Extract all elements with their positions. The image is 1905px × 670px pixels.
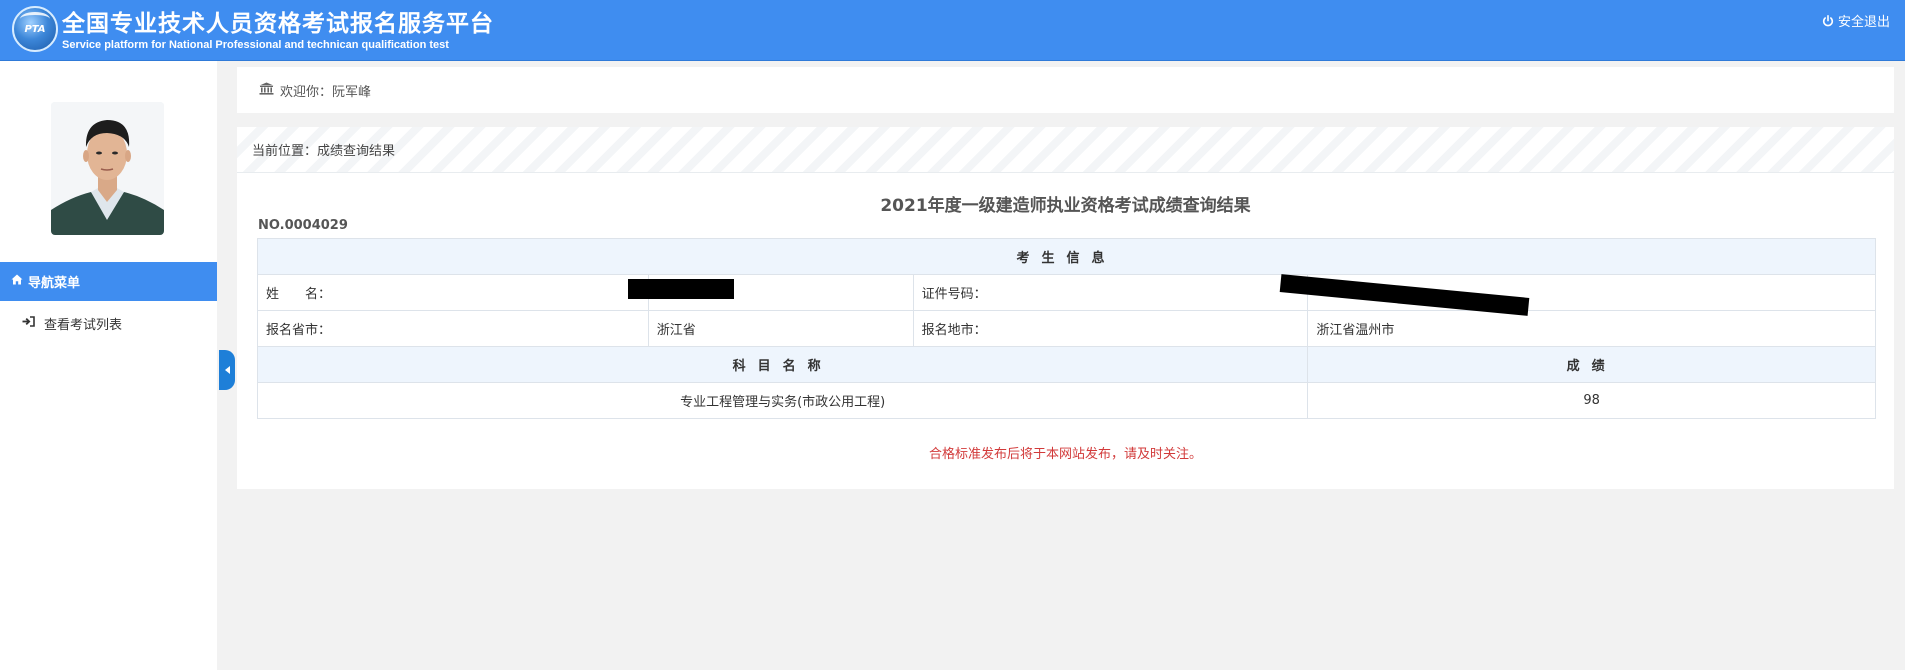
top-header: PTA 全国专业技术人员资格考试报名服务平台 Service platform … bbox=[0, 0, 1905, 61]
sidebar: 导航菜单 查看考试列表 bbox=[0, 61, 217, 670]
city-label: 报名地市： bbox=[912, 310, 1309, 347]
name-label: 姓 名： bbox=[257, 274, 649, 311]
record-number: NO.0004029 bbox=[258, 218, 348, 233]
sidebar-item-exam-list[interactable]: 查看考试列表 bbox=[0, 301, 217, 345]
home-icon bbox=[11, 274, 23, 289]
score-column-header: 成绩 bbox=[1307, 346, 1876, 383]
logo-text: PTA bbox=[24, 24, 46, 35]
caret-left-icon bbox=[224, 366, 230, 374]
candidate-info-header-row: 考生信息 bbox=[257, 238, 1876, 275]
avatar bbox=[51, 102, 164, 235]
pta-logo: PTA bbox=[12, 6, 58, 52]
sidebar-collapse-toggle[interactable] bbox=[219, 350, 235, 390]
subject-column-header: 科目名称 bbox=[256, 346, 1309, 383]
id-number-label: 证件号码： bbox=[912, 274, 1309, 311]
sign-in-icon bbox=[22, 315, 35, 331]
sidebar-item-label: 查看考试列表 bbox=[44, 317, 123, 333]
welcome-bar: 欢迎你：阮军峰 bbox=[237, 67, 1894, 113]
site-subtitle: Service platform for National Profession… bbox=[62, 39, 449, 51]
subject-name: 专业工程管理与实务(市政公用工程) bbox=[256, 382, 1309, 419]
nav-menu-label: 导航菜单 bbox=[28, 276, 81, 291]
candidate-info-header: 考生信息 bbox=[257, 238, 1876, 275]
result-panel: 当前位置：成绩查询结果 2021年度一级建造师执业资格考试成绩查询结果 NO.0… bbox=[237, 127, 1894, 489]
breadcrumb: 当前位置：成绩查询结果 bbox=[237, 127, 1894, 173]
score-table: 考生信息 姓 名： 证件号码： 报名省市： 浙江省 报名地市： 浙江省温州市 科… bbox=[256, 238, 1876, 419]
city-value: 浙江省温州市 bbox=[1307, 310, 1876, 347]
result-title: 2021年度一级建造师执业资格考试成绩查询结果 bbox=[880, 196, 1251, 216]
notice-text: 合格标准发布后将于本网站发布，请及时关注。 bbox=[928, 447, 1202, 462]
welcome-text: 欢迎你：阮军峰 bbox=[280, 84, 372, 100]
name-redaction bbox=[628, 279, 734, 299]
nav-menu-header: 导航菜单 bbox=[0, 262, 217, 301]
score-value: 98 bbox=[1307, 382, 1876, 419]
logout-button[interactable]: 安全退出 bbox=[1822, 11, 1890, 30]
site-title: 全国专业技术人员资格考试报名服务平台 bbox=[62, 11, 494, 37]
province-value: 浙江省 bbox=[647, 310, 914, 347]
breadcrumb-text: 当前位置：成绩查询结果 bbox=[252, 144, 396, 159]
province-label: 报名省市： bbox=[257, 310, 649, 347]
power-icon bbox=[1822, 14, 1834, 27]
institution-icon bbox=[259, 82, 274, 99]
table-row: 专业工程管理与实务(市政公用工程) 98 bbox=[256, 382, 1876, 419]
table-row: 姓 名： 证件号码： bbox=[257, 274, 1876, 311]
table-row: 报名省市： 浙江省 报名地市： 浙江省温州市 bbox=[257, 310, 1876, 347]
logout-label: 安全退出 bbox=[1837, 15, 1890, 30]
score-header-row: 科目名称 成绩 bbox=[256, 346, 1876, 383]
